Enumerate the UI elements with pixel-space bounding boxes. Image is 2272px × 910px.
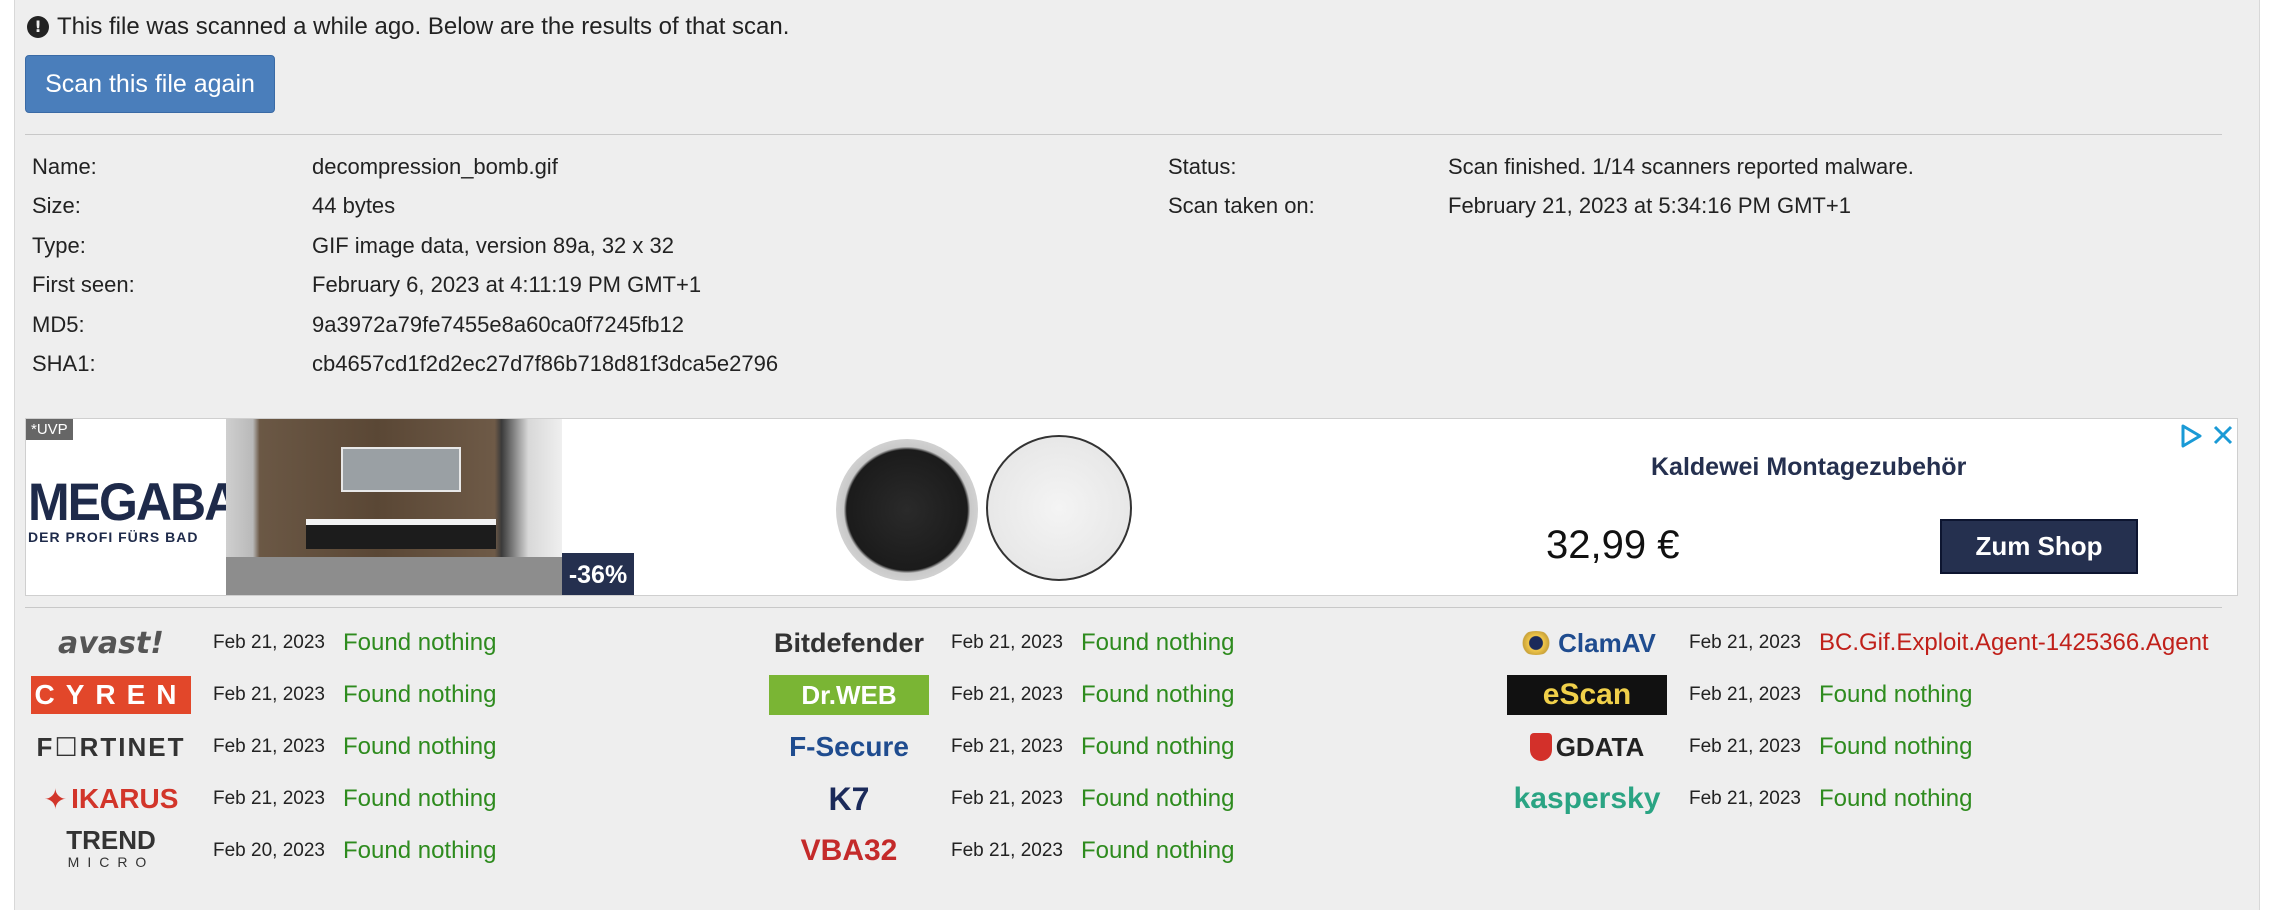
- divider-bottom: [25, 607, 2222, 608]
- ad-price: 32,99 €: [1546, 523, 1680, 567]
- scan-result: Found nothing: [343, 629, 497, 656]
- gdata-shield-icon: [1529, 733, 1552, 761]
- ad-product-title[interactable]: Kaldewei Montagezubehör: [1651, 453, 1966, 482]
- bitdefender-logo: Bitdefender: [773, 627, 925, 658]
- scan-result: Found nothing: [343, 785, 497, 812]
- ikarus-logo: ✦ IKARUS: [43, 783, 179, 815]
- f-secure-logo: F-Secure: [789, 731, 909, 762]
- scan-date: Feb 21, 2023: [1689, 788, 1801, 809]
- discount-badge: -36%: [562, 553, 634, 595]
- clamav-eye-icon: [1518, 631, 1555, 655]
- gdata-logo: GDATA: [1507, 725, 1667, 769]
- scan-result: Found nothing: [343, 733, 497, 760]
- scan-date: Feb 21, 2023: [951, 840, 1063, 861]
- scanner-row-fortinet: F☐RTINET Feb 21, 2023 Found nothing: [31, 725, 496, 769]
- zum-shop-button[interactable]: Zum Shop: [1940, 519, 2138, 574]
- type-label: Type:: [32, 233, 86, 258]
- trend-micro-logo: TREND MICRO: [66, 825, 156, 870]
- drweb-logo: Dr.WEB: [769, 675, 929, 715]
- scan-result: Found nothing: [1819, 733, 1973, 760]
- scanner-row-cyren: CYREN Feb 21, 2023 Found nothing: [31, 673, 496, 717]
- escan-logo: eScan: [1507, 675, 1667, 715]
- name-label: Name:: [32, 154, 97, 179]
- sha1-value: cb4657cd1f2d2ec27d7f86b718d81f3dca5e2796: [312, 351, 779, 376]
- scan-result-malware: BC.Gif.Exploit.Agent-1425366.Agent: [1819, 629, 2209, 656]
- scanner-row-drweb: Dr.WEB Feb 21, 2023 Found nothing: [769, 673, 1234, 717]
- scan-result: Found nothing: [1819, 681, 1973, 708]
- scan-date: Feb 20, 2023: [213, 840, 325, 861]
- close-icon[interactable]: [2211, 423, 2235, 447]
- scan-date: Feb 21, 2023: [213, 788, 325, 809]
- scanner-row-clamav: ClamAV Feb 21, 2023 BC.Gif.Exploit.Agent…: [1507, 621, 2209, 665]
- scan-result: Found nothing: [343, 837, 497, 864]
- status-label: Status:: [1168, 154, 1237, 179]
- scan-taken-value: February 21, 2023 at 5:34:16 PM GMT+1: [1448, 193, 1851, 218]
- scan-result: Found nothing: [1819, 785, 1973, 812]
- adchoices-icon[interactable]: [2178, 423, 2204, 449]
- name-value: decompression_bomb.gif: [312, 154, 558, 179]
- scanner-row-bitdefender: Bitdefender Feb 21, 2023 Found nothing: [769, 621, 1234, 665]
- scan-result: Found nothing: [343, 681, 497, 708]
- megabad-logo[interactable]: MEGABAD DER PROFI FÜRS BAD: [28, 476, 274, 545]
- scan-date: Feb 21, 2023: [1689, 736, 1801, 757]
- notice-text: This file was scanned a while ago. Below…: [57, 13, 790, 40]
- scanner-row-trend-micro: TREND MICRO Feb 20, 2023 Found nothing: [31, 825, 496, 873]
- scan-date: Feb 21, 2023: [951, 788, 1063, 809]
- k7-logo: K7: [828, 780, 870, 817]
- scanner-row-k7: K7 Feb 21, 2023 Found nothing: [769, 777, 1235, 821]
- product-image-drain[interactable]: [836, 439, 978, 581]
- ikarus-mark-icon: ✦: [43, 783, 68, 815]
- scan-date: Feb 21, 2023: [951, 736, 1063, 757]
- uvp-badge: *UVP: [26, 419, 73, 440]
- scanner-row-f-secure: F-Secure Feb 21, 2023 Found nothing: [769, 725, 1234, 769]
- scanner-row-gdata: GDATA Feb 21, 2023 Found nothing: [1507, 725, 1972, 769]
- scan-date: Feb 21, 2023: [213, 632, 325, 653]
- scanner-row-escan: eScan Feb 21, 2023 Found nothing: [1507, 673, 1972, 717]
- clamav-logo: ClamAV: [1507, 621, 1667, 665]
- scan-result: Found nothing: [1081, 733, 1235, 760]
- vba32-logo: VBA32: [800, 834, 898, 867]
- fortinet-logo: F☐RTINET: [36, 731, 186, 762]
- type-value: GIF image data, version 89a, 32 x 32: [312, 233, 674, 258]
- first-seen-value: February 6, 2023 at 4:11:19 PM GMT+1: [312, 272, 702, 297]
- scan-date: Feb 21, 2023: [951, 632, 1063, 653]
- scan-results-panel: ! This file was scanned a while ago. Bel…: [14, 0, 2260, 910]
- md5-label: MD5:: [32, 312, 85, 337]
- scan-date: Feb 21, 2023: [1689, 684, 1801, 705]
- rescan-notice: ! This file was scanned a while ago. Bel…: [27, 12, 789, 42]
- divider-top: [25, 134, 2222, 135]
- scanner-row-avast: avast! Feb 21, 2023 Found nothing: [31, 621, 496, 665]
- sha1-label: SHA1:: [32, 351, 96, 376]
- first-seen-label: First seen:: [32, 272, 135, 297]
- scanner-row-vba32: VBA32 Feb 21, 2023 Found nothing: [769, 829, 1235, 873]
- size-value: 44 bytes: [312, 193, 396, 218]
- kaspersky-logo: kaspersky: [1513, 782, 1661, 815]
- scan-date: Feb 21, 2023: [213, 736, 325, 757]
- scanner-row-kaspersky: kaspersky Feb 21, 2023 Found nothing: [1507, 777, 1973, 821]
- scan-taken-label: Scan taken on:: [1168, 193, 1315, 218]
- bathroom-image[interactable]: [226, 419, 562, 595]
- avast-logo: avast!: [58, 625, 164, 661]
- scan-date: Feb 21, 2023: [213, 684, 325, 705]
- scan-date: Feb 21, 2023: [1689, 632, 1801, 653]
- size-label: Size:: [32, 193, 81, 218]
- scan-result: Found nothing: [1081, 629, 1235, 656]
- scan-again-button[interactable]: Scan this file again: [25, 55, 275, 113]
- cyren-logo: CYREN: [31, 676, 191, 714]
- scan-result: Found nothing: [1081, 681, 1235, 708]
- scan-result: Found nothing: [1081, 837, 1235, 864]
- md5-value: 9a3972a79fe7455e8a60ca0f7245fb12: [312, 312, 684, 337]
- product-image-cover[interactable]: [986, 435, 1132, 581]
- status-value: Scan finished. 1/14 scanners reported ma…: [1448, 154, 1914, 179]
- scanner-row-ikarus: ✦ IKARUS Feb 21, 2023 Found nothing: [31, 777, 497, 821]
- ad-banner[interactable]: *UVP MEGABAD DER PROFI FÜRS BAD -36% Kal…: [25, 418, 2238, 596]
- scan-date: Feb 21, 2023: [951, 684, 1063, 705]
- exclamation-circle-icon: !: [27, 16, 49, 38]
- scan-result: Found nothing: [1081, 785, 1235, 812]
